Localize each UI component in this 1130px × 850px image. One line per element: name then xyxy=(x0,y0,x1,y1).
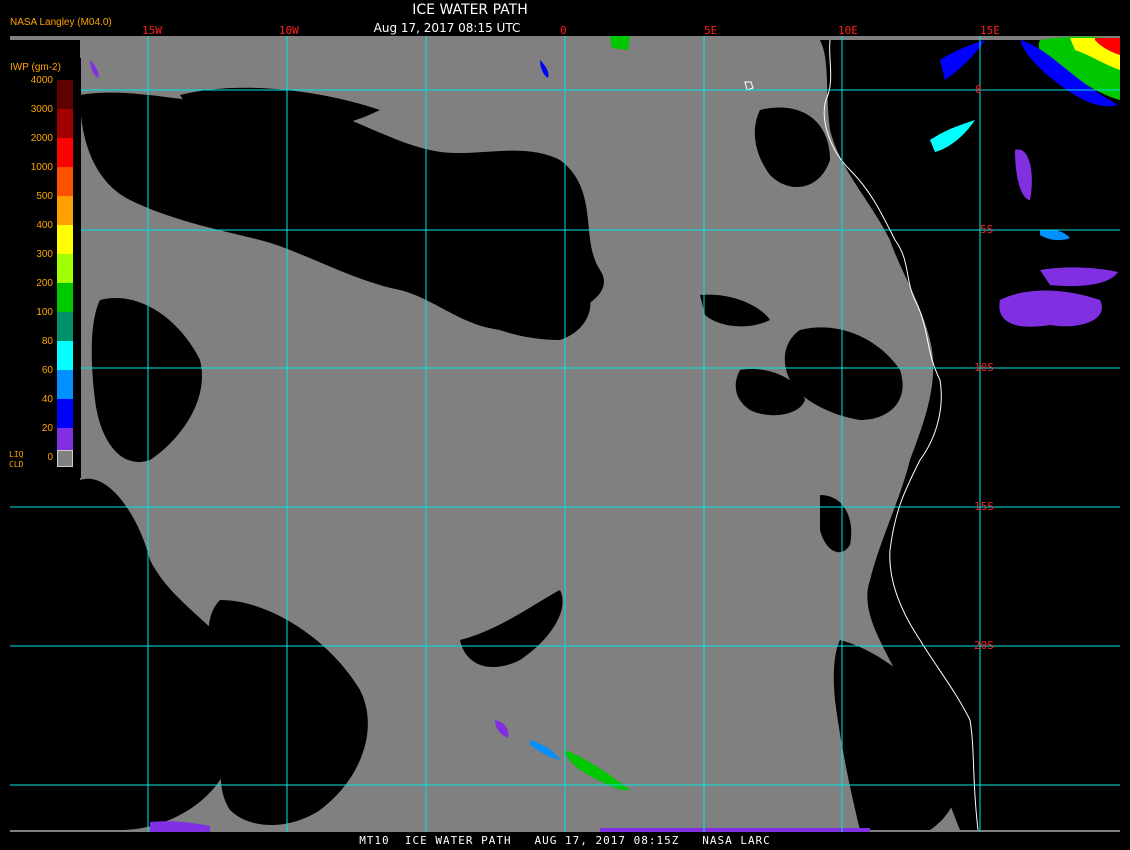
liquid-cloud-label: LIQ CLD xyxy=(9,450,23,470)
lat-label-0: 0 xyxy=(975,83,982,96)
legend-level-label: 200 xyxy=(36,278,53,289)
legend-level-label: 4000 xyxy=(30,75,53,86)
lon-label-15w: 15W xyxy=(142,24,162,37)
legend-swatch xyxy=(57,341,73,370)
legend-swatch xyxy=(57,138,73,167)
legend-swatch xyxy=(57,225,73,254)
legend-swatch xyxy=(57,80,73,109)
legend-level-label: 20 xyxy=(41,423,53,434)
legend-level-label: 500 xyxy=(36,191,53,202)
legend-level-label: 80 xyxy=(41,336,53,347)
satellite-map-viewer: ICE WATER PATH Aug 17, 2017 08:15 UTC NA… xyxy=(0,0,1130,850)
legend-swatch xyxy=(57,283,73,312)
legend-swatch xyxy=(57,254,73,283)
lon-label-15e: 15E xyxy=(980,24,1000,37)
lat-label-15s: 15S xyxy=(974,500,994,513)
map-title: ICE WATER PATH xyxy=(412,2,528,18)
lat-label-5s: 5S xyxy=(980,223,994,236)
liquid-cloud-label-line2: CLD xyxy=(9,460,24,469)
legend-title: IWP (gm-2) xyxy=(10,62,61,73)
legend-swatch xyxy=(57,196,73,225)
legend-swatch xyxy=(57,167,73,196)
producer-label: NASA Langley (M04.0) xyxy=(10,17,112,28)
legend-swatch xyxy=(57,312,73,341)
legend-level-label: 60 xyxy=(41,365,53,376)
legend-level-label: 3000 xyxy=(30,104,53,115)
color-legend: IWP (gm-2) 4000 3000 2000 1000 500 400 300 200 1… xyxy=(5,58,81,478)
lat-label-20s: 20S xyxy=(974,639,994,652)
lat-label-10s: 10S xyxy=(974,361,994,374)
legend-swatch xyxy=(57,109,73,138)
map-canvas xyxy=(10,36,1120,832)
liquid-cloud-label-line1: LIQ xyxy=(9,450,24,459)
legend-swatch xyxy=(57,399,73,428)
legend-level-label: 100 xyxy=(36,307,53,318)
map-datetime: Aug 17, 2017 08:15 UTC xyxy=(373,21,521,35)
legend-level-label: 2000 xyxy=(30,133,53,144)
liquid-cloud-swatch xyxy=(57,450,73,467)
lon-label-10e: 10E xyxy=(838,24,858,37)
legend-level-label: 1000 xyxy=(30,162,53,173)
legend-level-label: 300 xyxy=(36,249,53,260)
lon-label-5e: 5E xyxy=(704,24,718,37)
legend-level-label: 40 xyxy=(41,394,53,405)
footer-caption: MT10 ICE WATER PATH AUG 17, 2017 08:15Z … xyxy=(359,834,771,847)
lon-label-0: 0 xyxy=(560,24,567,37)
lon-label-10w: 10W xyxy=(279,24,299,37)
legend-level-label: 400 xyxy=(36,220,53,231)
legend-level-label: 0 xyxy=(47,452,53,463)
legend-swatch xyxy=(57,370,73,399)
